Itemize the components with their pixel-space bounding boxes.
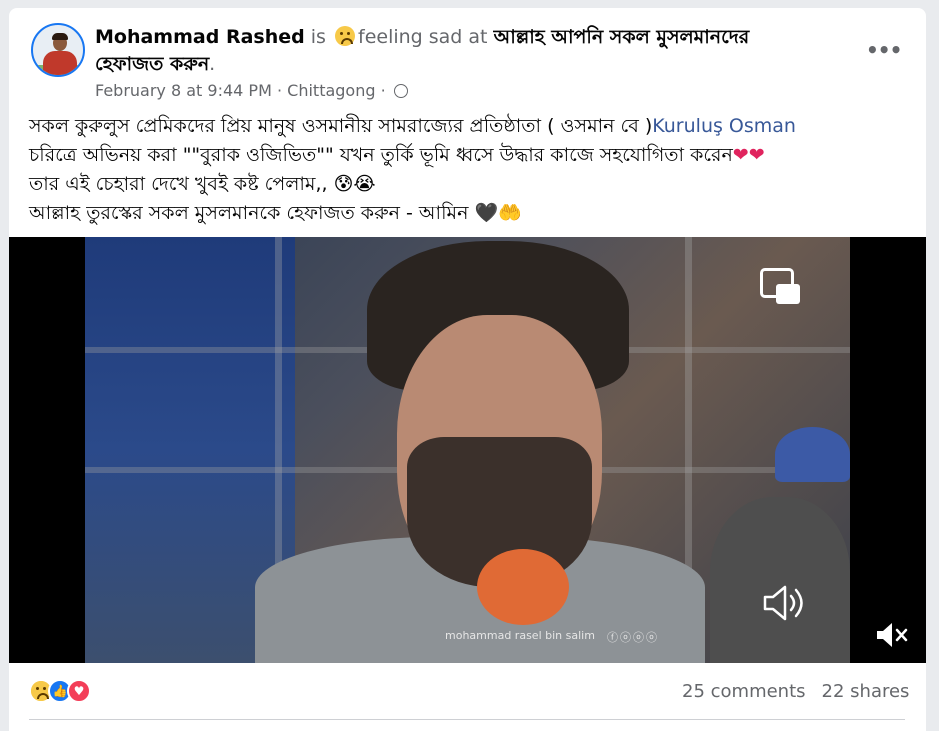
- reaction-summary[interactable]: 👍 ♥: [29, 679, 109, 705]
- footer-divider: [29, 719, 905, 720]
- body-text-1: সকল কুরুলুস প্রেমিকদের প্রিয় মানুষ ওসমা…: [29, 115, 653, 137]
- pip-inner-frame: [776, 284, 800, 304]
- post-body: সকল কুরুলুস প্রেমিকদের প্রিয় মানুষ ওসমা…: [29, 112, 909, 228]
- post-header: Mohammad Rashed is feeling sad at আল্লাহ…: [95, 24, 795, 78]
- picture-in-picture-icon[interactable]: [758, 266, 804, 308]
- body-text-2: চরিত্রে অভিনয় করা ""বুরাক ওজিভিত"" যখন …: [29, 144, 733, 166]
- post-date[interactable]: February 8 at 9:44 PM: [95, 81, 272, 100]
- comments-count[interactable]: 25 comments: [682, 681, 806, 702]
- video-frame[interactable]: mohammad rasel bin salim ⓕⓞⓞⓞ: [85, 237, 850, 663]
- body-text-4: আল্লাহ তুরস্কের সকল মুসলমানকে হেফাজত করু…: [29, 202, 475, 224]
- crying-faces-icon: 😰😭: [333, 173, 376, 195]
- feeling-text: feeling sad at: [358, 26, 488, 48]
- kurulus-osman-link[interactable]: Kuruluş Osman: [652, 115, 796, 137]
- avatar-hair: [52, 33, 68, 40]
- body-text-3: তার এই চেহারা দেখে খুবই কষ্ট পেলাম,,: [29, 173, 334, 195]
- post-body-line-3: তার এই চেহারা দেখে খুবই কষ্ট পেলাম,, 😰😭: [29, 170, 909, 199]
- video-player[interactable]: mohammad rasel bin salim ⓕⓞⓞⓞ: [9, 237, 926, 663]
- post-body-line-1: সকল কুরুলুস প্রেমিকদের প্রিয় মানুষ ওসমা…: [29, 112, 909, 141]
- sound-icon[interactable]: [761, 581, 809, 625]
- red-hearts-icon: ❤❤: [732, 144, 765, 166]
- post-location[interactable]: Chittagong: [287, 81, 375, 100]
- microphone: [477, 549, 569, 625]
- black-heart-icon: 🖤: [474, 202, 499, 224]
- author-name[interactable]: Mohammad Rashed: [95, 26, 305, 48]
- meta-separator-2: ·: [375, 81, 386, 100]
- place-end: .: [209, 53, 216, 75]
- background-cap: [775, 427, 850, 482]
- meta-separator: ·: [271, 81, 288, 100]
- shares-count[interactable]: 22 shares: [822, 681, 910, 702]
- post-body-line-2: চরিত্রে অভিনয় করা ""বুরাক ওজিভিত"" যখন …: [29, 141, 909, 170]
- post-meta: February 8 at 9:44 PM · Chittagong ·: [95, 81, 408, 100]
- more-options-icon[interactable]: •••: [866, 38, 902, 62]
- video-watermark: mohammad rasel bin salim: [445, 629, 595, 642]
- avatar-shirt: [43, 51, 77, 75]
- mute-icon[interactable]: [875, 621, 909, 649]
- feeling-sad-icon: [335, 26, 355, 46]
- watermark-social-icons: ⓕⓞⓞⓞ: [607, 631, 659, 644]
- is-text: is: [310, 26, 326, 48]
- post-card: Mohammad Rashed is feeling sad at আল্লাহ…: [9, 8, 926, 731]
- background-person: [710, 497, 850, 663]
- engagement-counts: 25 comments 22 shares: [682, 681, 909, 702]
- globe-icon[interactable]: [393, 84, 408, 98]
- post-body-line-4: আল্লাহ তুরস্কের সকল মুসলমানকে হেফাজত করু…: [29, 199, 909, 228]
- author-avatar[interactable]: [31, 23, 85, 77]
- praying-hands-icon: 🤲: [498, 202, 522, 224]
- love-reaction-icon: ♥: [67, 679, 91, 703]
